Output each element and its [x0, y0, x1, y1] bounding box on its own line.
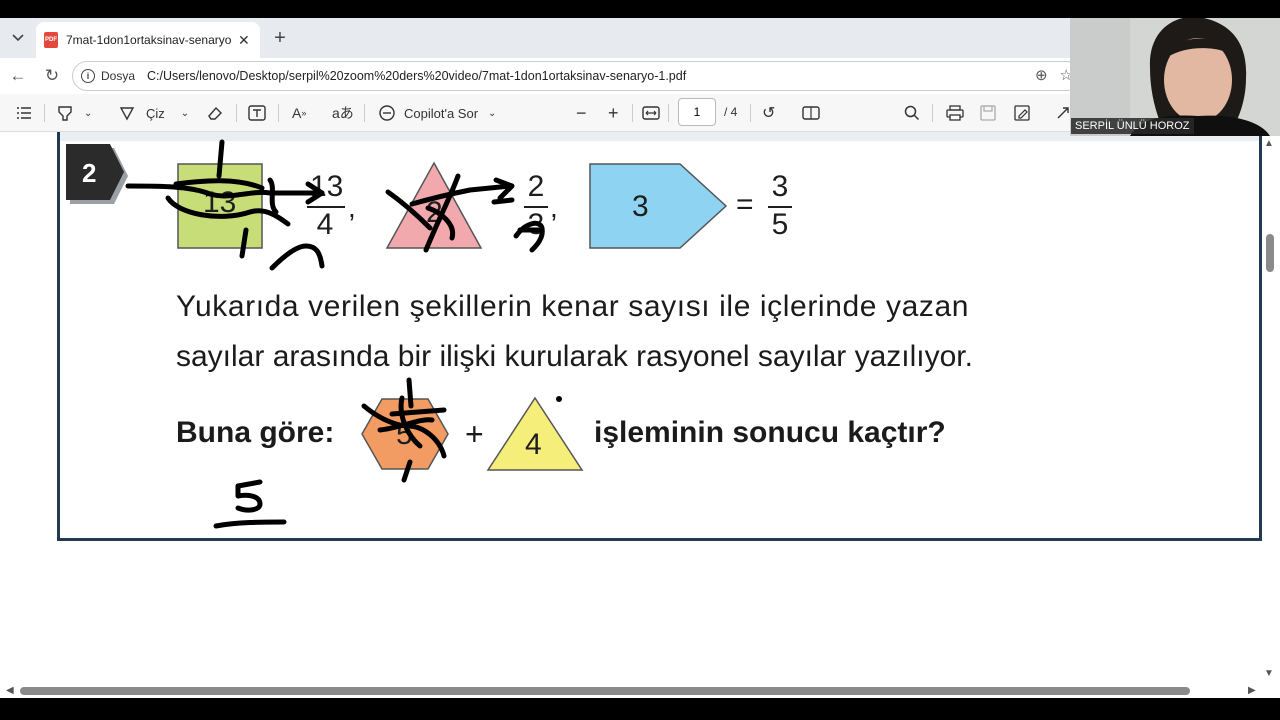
scroll-right-icon[interactable]: ▶ [1248, 685, 1256, 696]
bottom-black-bar [0, 698, 1280, 720]
scroll-left-icon[interactable]: ◀ [6, 685, 14, 696]
vertical-scroll-thumb[interactable] [1266, 234, 1274, 272]
scroll-up-icon[interactable]: ▲ [1264, 138, 1274, 149]
vertical-scrollbar[interactable] [1262, 132, 1280, 684]
horizontal-scroll-thumb[interactable] [20, 687, 1190, 695]
screen: PDF 7mat-1don1ortaksinav-senaryo-1.pdf ✕… [0, 0, 1280, 720]
scroll-down-icon[interactable]: ▼ [1264, 668, 1274, 679]
participant-name: SERPİL ÜNLÜ HOROZ [1071, 118, 1194, 134]
